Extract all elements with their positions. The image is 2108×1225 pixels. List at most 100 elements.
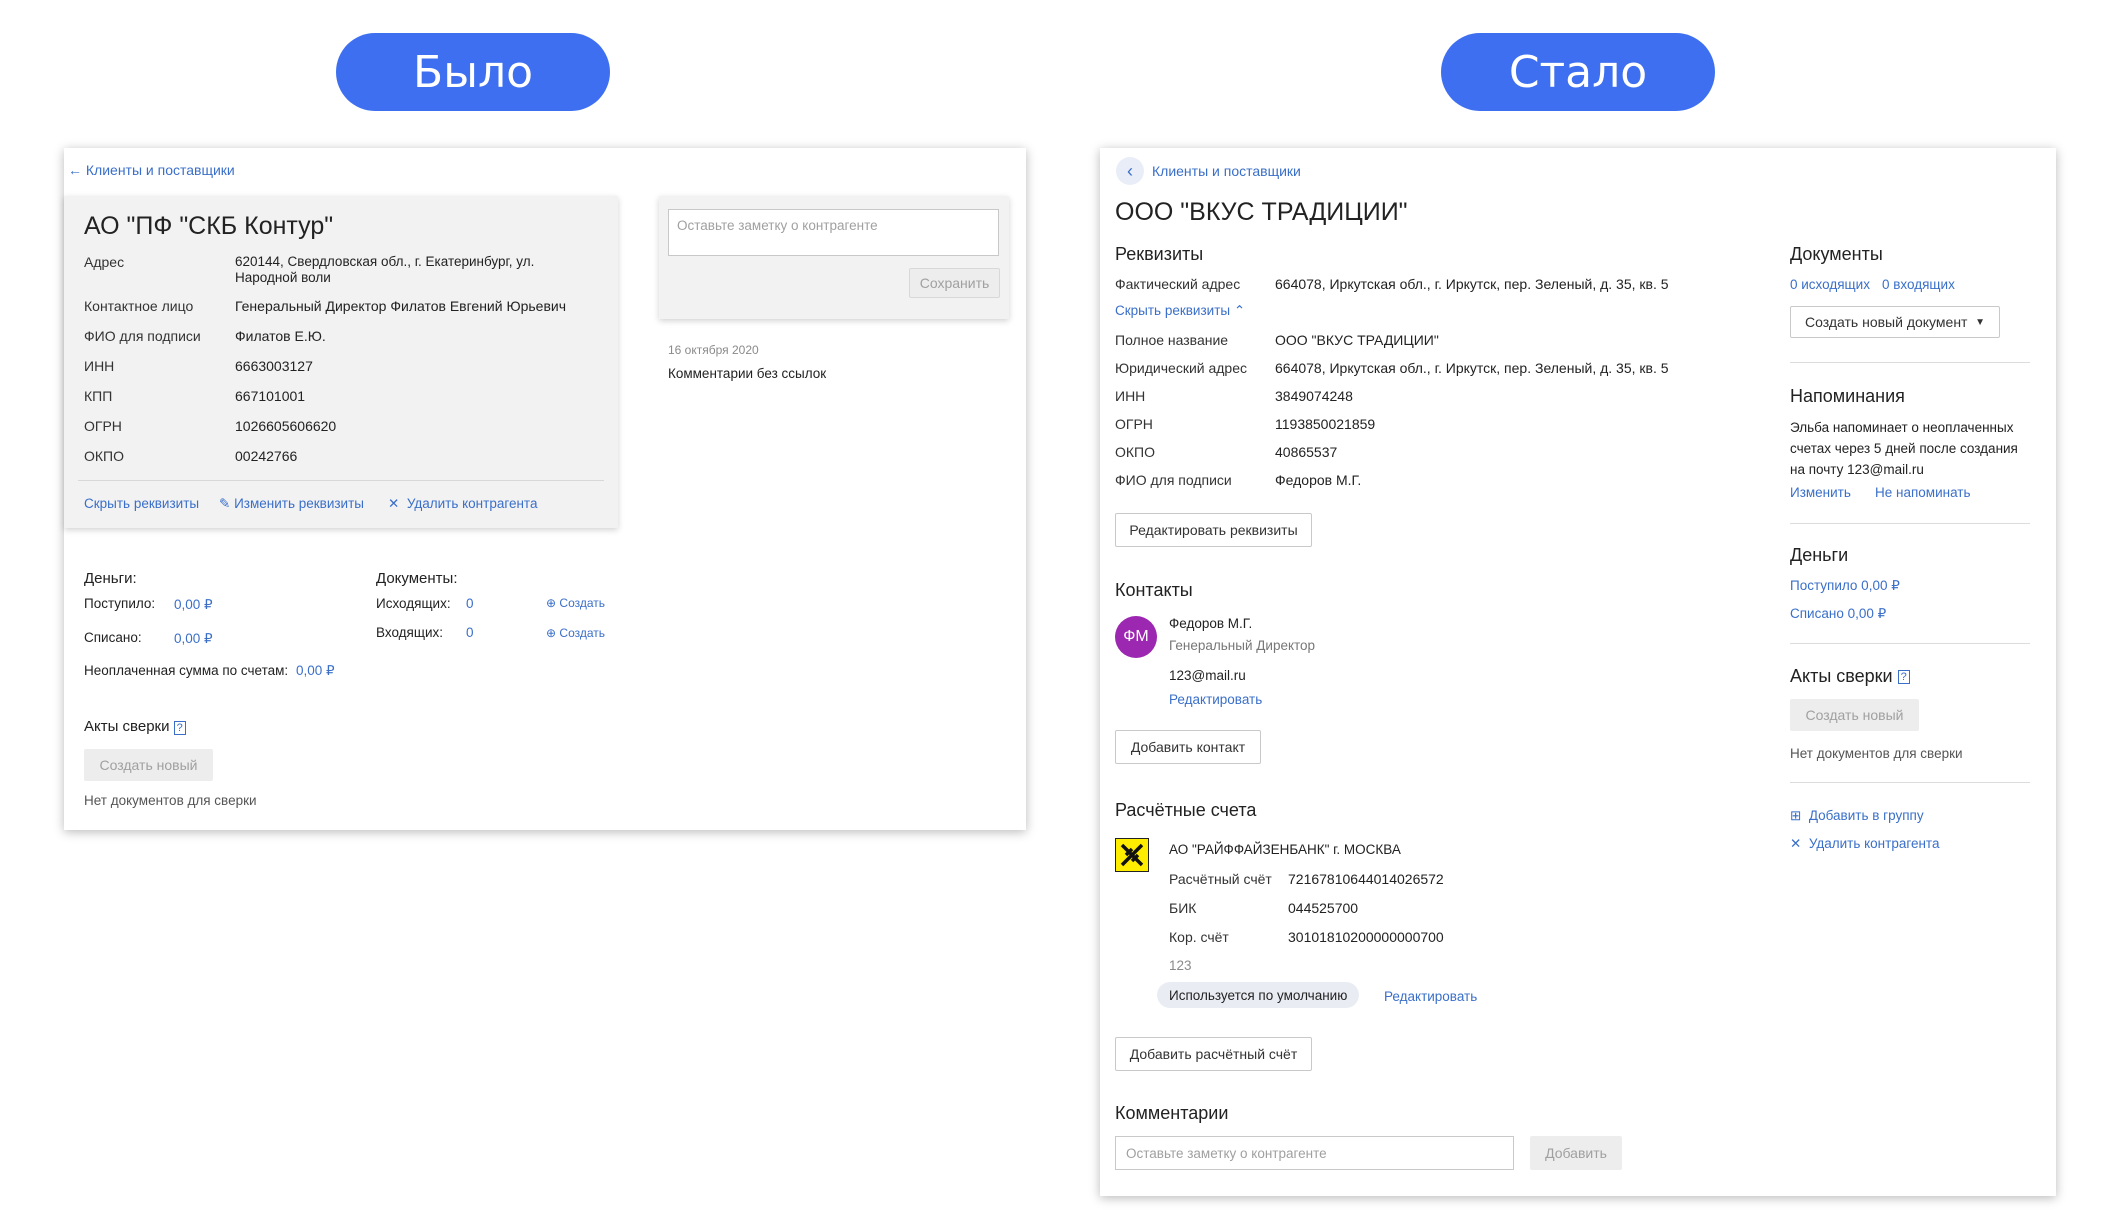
back-link[interactable]: Клиенты и поставщики [1152,163,1301,179]
add-to-group-link[interactable]: ⊞ Добавить в группу [1790,808,1924,824]
edit-requisites-button[interactable]: Редактировать реквизиты [1115,513,1312,547]
edit-account-link[interactable]: Редактировать [1384,989,1477,1004]
contacts-title: Контакты [1115,580,1193,600]
divider [1790,523,2030,524]
arrow-left-icon: ← [68,162,82,178]
create-reconciliation-button[interactable]: Создать новый [1790,699,1919,731]
written-link[interactable]: Списано 0,00 ₽ [1790,606,1886,622]
field-label: Юридический адрес [1115,360,1248,376]
account-label: Расчётный счёт [1169,871,1272,887]
reconciliation-empty: Нет документов для сверки [1790,746,1963,761]
before-screenshot: ← Клиенты и поставщики АО "ПФ "СКБ Конту… [64,148,1026,830]
back-link-label: Клиенты и поставщики [85,162,235,178]
create-incoming-link[interactable]: ⊕ Создать [546,626,605,640]
after-screenshot: ‹ Клиенты и поставщики ООО "ВКУС ТРАДИЦИ… [1100,148,2056,1196]
incoming-label: Входящих: [376,625,443,640]
account-note: 123 [1169,958,1192,973]
account-value: 30101810200000000700 [1288,929,1444,945]
field-label: ОГРН [1115,416,1153,432]
incoming-value[interactable]: 0 [466,625,474,640]
account-label: БИК [1169,900,1197,916]
divider [1790,362,2030,363]
before-label: Было [336,33,610,111]
reminders-text-line: счетах через 5 дней после создания [1790,441,2018,456]
divider [78,480,604,481]
company-name: ООО "ВКУС ТРАДИЦИИ" [1115,198,1408,226]
written-value[interactable]: 0,00 ₽ [174,631,213,647]
edit-requisites-link[interactable]: ✎ Изменить реквизиты [219,496,364,512]
reconciliation-title: Акты сверки ? [1790,666,1910,687]
chevron-up-icon: ⌃ [1233,303,1246,318]
field-label: Контактное лицо [84,298,194,314]
create-icon: ⊕ [546,626,557,640]
received-value[interactable]: 0,00 ₽ [174,597,213,613]
contact-email: 123@mail.ru [1169,668,1246,683]
received-link[interactable]: Поступило 0,00 ₽ [1790,578,1900,594]
field-value: 664078, Иркутская обл., г. Иркутск, пер.… [1275,360,1669,376]
field-label: ИНН [1115,388,1146,404]
reminders-text-line: Эльба напоминает о неоплаченных [1790,420,2014,435]
help-icon[interactable]: ? [173,721,186,735]
outgoing-value[interactable]: 0 [466,596,474,611]
back-link[interactable]: ← Клиенты и поставщики [68,162,235,178]
note-input[interactable]: Оставьте заметку о контрагенте [668,209,999,256]
comment-date: 16 октября 2020 [668,343,759,357]
field-value: 3849074248 [1275,388,1353,404]
hide-requisites-link[interactable]: Скрыть реквизиты [84,496,199,511]
reminders-change-link[interactable]: Изменить [1790,485,1851,500]
documents-title: Документы: [376,570,458,587]
delete-contractor-label: Удалить контрагента [1808,836,1940,851]
reconciliation-empty: Нет документов для сверки [84,793,257,808]
reconciliation-title: Акты сверки ? [84,718,186,735]
divider [1790,782,2030,783]
default-badge: Используется по умолчанию [1157,982,1360,1008]
raiffeisen-logo-icon [1115,838,1149,872]
edit-contact-link[interactable]: Редактировать [1169,692,1262,707]
field-value: 00242766 [235,448,298,464]
create-document-dropdown[interactable]: Создать новый документ ▼ [1790,306,2000,338]
delete-contractor-link[interactable]: ✕ Удалить контрагента [1790,836,1939,852]
hide-requisites-link[interactable]: Скрыть реквизиты ⌃ [1115,303,1245,319]
account-value: 044525700 [1288,900,1359,916]
reminders-off-link[interactable]: Не напоминать [1875,485,1971,500]
outgoing-link[interactable]: 0 исходящих [1790,277,1870,292]
comment-input[interactable]: Оставьте заметку о контрагенте [1115,1136,1514,1170]
unpaid-value[interactable]: 0,00 ₽ [296,663,335,679]
company-name: АО "ПФ "СКБ Контур" [84,212,334,240]
close-icon: ✕ [388,496,400,511]
after-label: Стало [1441,33,1715,111]
field-label: ОГРН [84,418,122,434]
received-label: Поступило: [84,596,156,611]
reconciliation-title-label: Акты сверки [84,718,170,735]
field-label: КПП [84,388,113,404]
create-reconciliation-button[interactable]: Создать новый [84,749,213,781]
folder-plus-icon: ⊞ [1790,808,1802,823]
reminders-text-line: на почту 123@mail.ru [1790,462,1924,477]
requisites-panel: АО "ПФ "СКБ Контур" Адрес 620144, Свердл… [64,196,618,528]
create-outgoing-link[interactable]: ⊕ Создать [546,596,605,610]
hide-requisites-label: Скрыть реквизиты [1115,303,1231,318]
field-value: 6663003127 [235,358,313,374]
field-value: 667101001 [235,388,306,404]
add-comment-button[interactable]: Добавить [1530,1136,1622,1170]
avatar: ФМ [1115,616,1157,658]
contact-position: Генеральный Директор [1169,638,1316,653]
incoming-link[interactable]: 0 входящих [1882,277,1955,292]
field-value: 620144, Свердловская обл., г. Екатеринбу… [235,254,535,285]
add-to-group-label: Добавить в группу [1808,808,1924,823]
reconciliation-title-label: Акты сверки [1790,666,1893,686]
save-button[interactable]: Сохранить [909,268,1000,298]
add-contact-button[interactable]: Добавить контакт [1115,730,1261,764]
add-account-button[interactable]: Добавить расчётный счёт [1115,1037,1312,1071]
divider [1790,643,2030,644]
contact-name: Федоров М.Г. [1169,616,1253,631]
back-arrow-icon[interactable]: ‹ [1116,157,1144,185]
accounts-title: Расчётные счета [1115,800,1257,820]
field-value: 1026605606620 [235,418,337,434]
pencil-icon: ✎ [219,496,231,511]
delete-contractor-link[interactable]: ✕ Удалить контрагента [388,496,537,512]
help-icon[interactable]: ? [1897,670,1910,685]
note-panel: Оставьте заметку о контрагенте Сохранить [659,196,1009,319]
create-document-label: Создать новый документ [1805,314,1968,330]
create-icon: ⊕ [546,596,557,610]
